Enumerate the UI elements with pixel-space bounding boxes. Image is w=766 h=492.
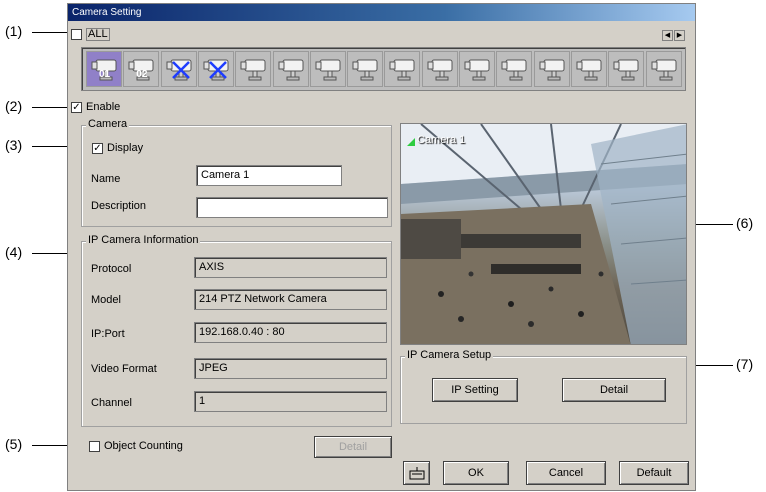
object-counting-checkbox[interactable] [89,441,100,452]
channel-field: 1 [194,391,387,412]
cctv-camera-icon [501,59,527,81]
object-counting-label: Object Counting [104,440,183,452]
camera-button-16[interactable] [645,51,682,87]
camera-button-1[interactable]: 01 [86,51,122,87]
camera-setting-dialog: Camera Setting ALL ◀ ▶ 01 02 ✓ Enable Cam… [67,3,696,491]
cctv-camera-icon [613,59,639,81]
cctv-camera-icon [315,59,341,81]
callout-7: (7) [736,356,754,372]
video-format-label: Video Format [91,363,157,375]
ipcam-setup-title: IP Camera Setup [405,349,494,361]
keyboard-icon [409,467,424,480]
camera-button-10[interactable] [421,51,458,87]
video-format-field: JPEG [194,358,387,379]
callout-5: (5) [5,436,23,452]
cctv-camera-icon [464,59,490,81]
camera-button-14[interactable] [570,51,607,87]
display-checkbox[interactable]: ✓ [92,143,103,154]
preview-camera-label: Camera 1 [417,134,466,146]
camera-button-9[interactable] [384,51,421,87]
protocol-field: AXIS [194,257,387,278]
model-label: Model [91,294,121,306]
cctv-camera-icon [651,59,676,81]
camera-button-3[interactable] [160,51,197,87]
camera-button-12[interactable] [496,51,533,87]
cancel-button[interactable]: Cancel [526,461,606,485]
description-label: Description [91,200,147,212]
cctv-camera-icon [389,59,415,81]
camera-button-13[interactable] [533,51,570,87]
ok-button[interactable]: OK [443,461,509,485]
title-bar: Camera Setting [68,4,695,21]
callout-2: (2) [5,98,23,114]
protocol-label: Protocol [91,263,132,275]
cctv-camera-icon [166,59,192,81]
cctv-camera-icon [240,59,266,81]
airport-scene-graphic [401,124,686,344]
camera-button-7[interactable] [309,51,346,87]
description-input[interactable] [196,197,388,218]
camera-button-2[interactable]: 02 [123,51,160,87]
camera-preview-image: Camera 1 [400,123,687,345]
setup-detail-button[interactable]: Detail [562,378,666,402]
cctv-camera-icon [203,59,229,81]
default-button[interactable]: Default [619,461,689,485]
enable-checkbox[interactable]: ✓ [71,102,82,113]
model-field: 214 PTZ Network Camera [194,289,387,310]
cctv-camera-icon [427,59,453,81]
name-input[interactable]: Camera 1 [196,165,342,186]
camera-button-6[interactable] [272,51,309,87]
camera-strip: 01 02 [81,47,686,91]
channel-label: Channel [91,397,132,409]
callout-6: (6) [736,215,754,231]
object-counting-detail-button[interactable]: Detail [314,436,392,458]
camera-group-title: Camera [86,118,130,130]
camera-button-11[interactable] [459,51,495,87]
camera-button-15[interactable] [608,51,645,87]
scroll-left-arrow-icon[interactable]: ◀ [662,30,673,41]
callout-1: (1) [5,23,23,39]
all-checkbox[interactable] [71,29,82,40]
callout-1-line [32,32,72,33]
camera-button-5[interactable] [235,51,272,87]
scroll-right-arrow-icon[interactable]: ▶ [674,30,685,41]
ipcam-info-title: IP Camera Information [86,234,201,246]
callout-4: (4) [5,244,23,260]
display-label: Display [107,142,144,154]
callout-2-line [32,107,72,108]
ipport-label: IP:Port [91,328,125,340]
ipport-field: 192.168.0.40 : 80 [194,322,387,343]
enable-label: Enable [86,101,121,113]
ip-setting-button[interactable]: IP Setting [432,378,518,402]
camera-button-8[interactable] [347,51,384,87]
cctv-camera-icon [576,59,602,81]
camera-number-label: 02 [136,69,148,80]
cctv-camera-icon [352,59,378,81]
keyboard-button[interactable] [403,461,430,485]
cctv-camera-icon [278,59,303,81]
name-label: Name [91,173,121,185]
camera-button-4[interactable] [197,51,234,87]
all-label: ALL [86,28,110,41]
camera-number-label: 01 [99,69,111,80]
callout-3: (3) [5,137,23,153]
cctv-camera-icon [539,59,565,81]
